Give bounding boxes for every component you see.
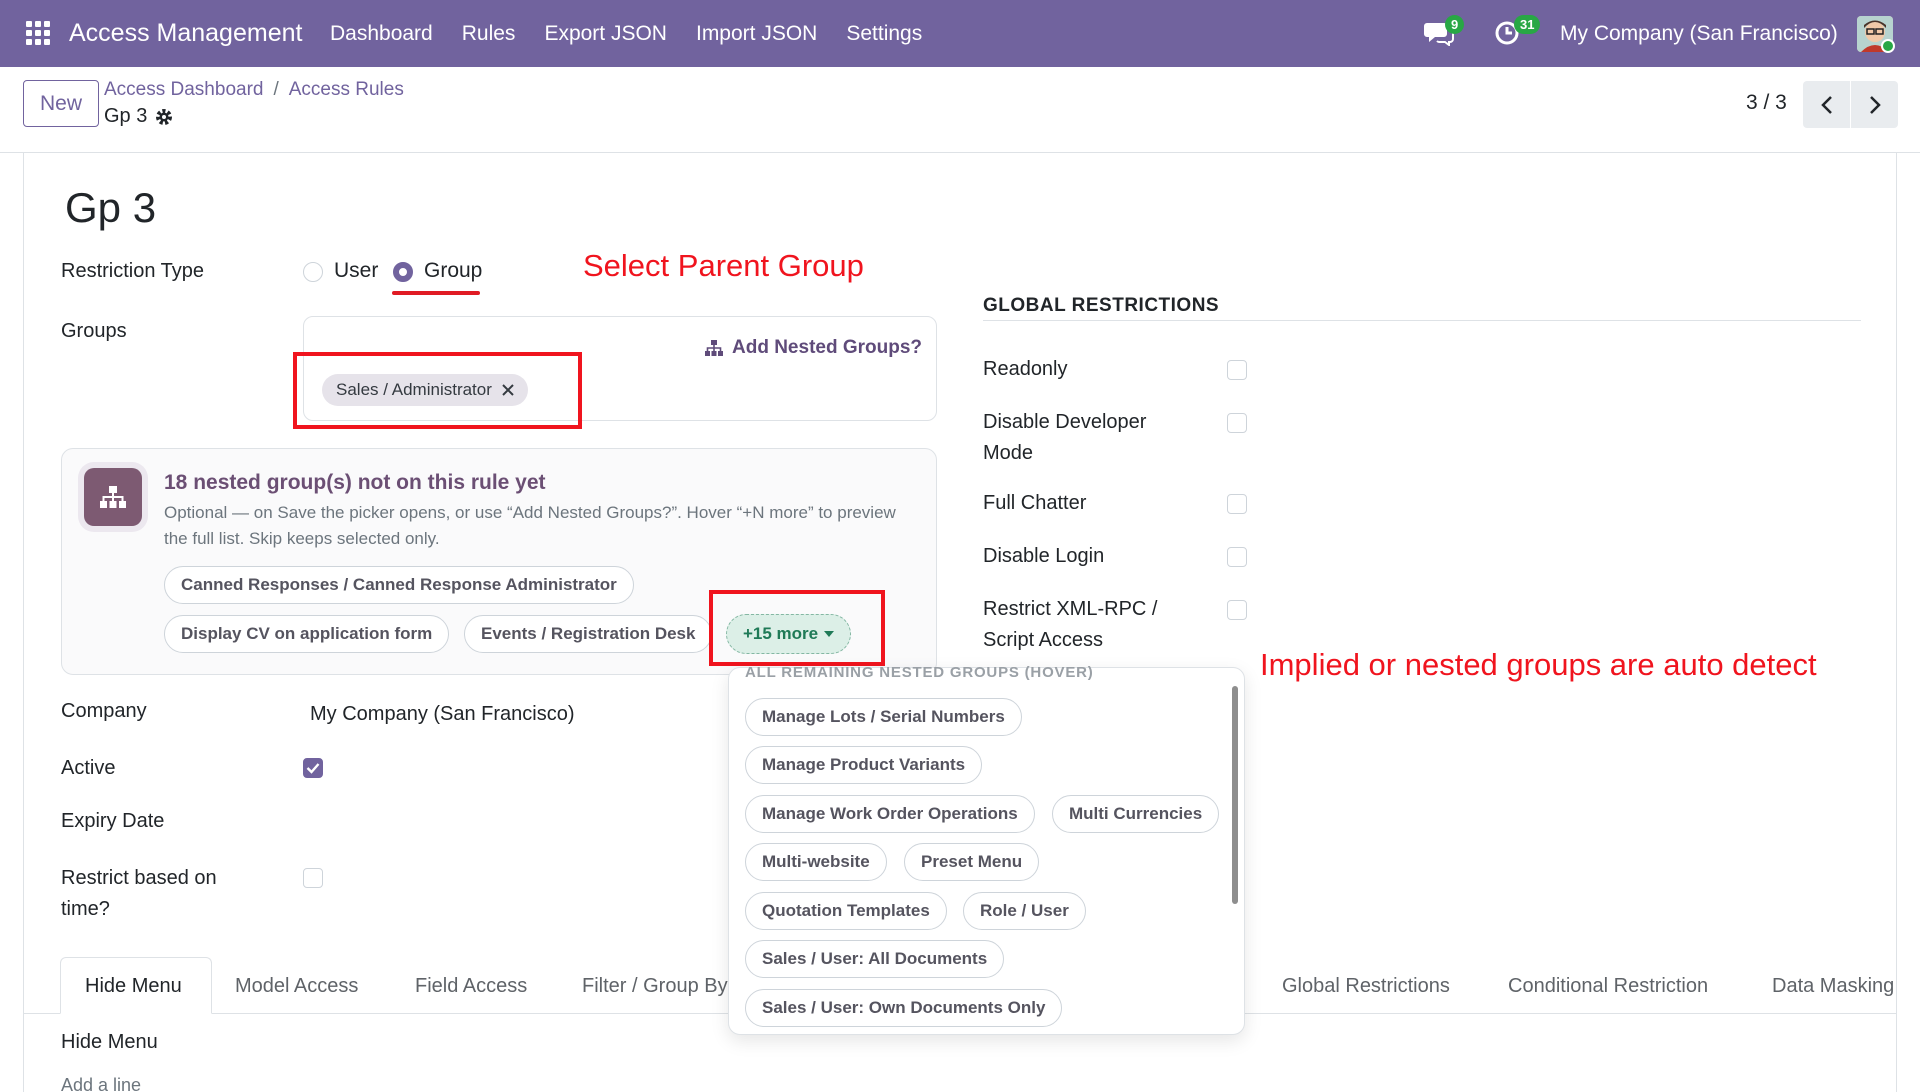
- pager-next-button[interactable]: [1851, 81, 1898, 128]
- popover-group-pill[interactable]: Multi Currencies: [1052, 795, 1220, 833]
- add-line-link[interactable]: Add a line: [61, 1075, 141, 1092]
- disable-developer-mode-label-line1: Disable Developer: [983, 411, 1147, 433]
- nested-groups-heading: 18 nested group(s) not on this rule yet: [164, 471, 546, 494]
- tab-hide-menu[interactable]: Hide Menu: [85, 975, 182, 998]
- record-name-label: Gp 3: [104, 105, 148, 127]
- radio-user[interactable]: [303, 262, 323, 282]
- annotation-select-parent: Select Parent Group: [583, 248, 864, 283]
- popover-scrollbar[interactable]: [1232, 686, 1238, 904]
- popover-header: ALL REMAINING NESTED GROUPS (HOVER): [745, 664, 1094, 681]
- restrict-time-label-line2: time?: [61, 898, 110, 920]
- groups-label: Groups: [61, 320, 127, 342]
- global-restrictions-heading: GLOBAL RESTRICTIONS: [983, 295, 1220, 316]
- popover-group-pill[interactable]: Manage Work Order Operations: [745, 795, 1035, 833]
- radio-user-label[interactable]: User: [334, 259, 378, 283]
- menu-rules[interactable]: Rules: [462, 22, 516, 46]
- restrict-time-label: Restrict based on time?: [61, 863, 217, 925]
- apps-grid-icon[interactable]: [26, 21, 50, 45]
- tab-content-heading: Hide Menu: [61, 1031, 158, 1053]
- company-switcher[interactable]: My Company (San Francisco): [1560, 22, 1838, 46]
- popover-group-pill[interactable]: Preset Menu: [904, 843, 1040, 881]
- restrict-xmlrpc-label-line1: Restrict XML-RPC /: [983, 598, 1158, 620]
- tab-global-restrictions[interactable]: Global Restrictions: [1282, 975, 1450, 998]
- radio-group-label[interactable]: Group: [424, 259, 482, 283]
- annotation-auto-detect: Implied or nested groups are auto detect: [1260, 647, 1817, 682]
- chat-count-badge: 9: [1445, 15, 1465, 34]
- restriction-type-label: Restriction Type: [61, 260, 205, 282]
- section-divider: [983, 320, 1861, 321]
- nested-pill[interactable]: Events / Registration Desk: [464, 615, 713, 653]
- popover-group-pill[interactable]: Quotation Templates: [745, 892, 947, 930]
- checkmark-icon: [306, 763, 320, 774]
- annotation-underline: [392, 291, 480, 295]
- breadcrumb-access-dashboard[interactable]: Access Dashboard: [104, 79, 263, 101]
- breadcrumb-access-rules[interactable]: Access Rules: [289, 79, 404, 101]
- menu-import-json[interactable]: Import JSON: [696, 22, 817, 46]
- nested-pill[interactable]: Display CV on application form: [164, 615, 450, 653]
- disable-developer-mode-label-line2: Mode: [983, 442, 1034, 464]
- annotation-box-more: [709, 590, 885, 666]
- full-chatter-label: Full Chatter: [983, 492, 1087, 514]
- pager-value[interactable]: 3 / 3: [1746, 91, 1787, 115]
- restrict-time-checkbox[interactable]: [303, 868, 323, 888]
- activity-count-badge: 31: [1514, 15, 1541, 34]
- chevron-right-icon: [1869, 95, 1881, 114]
- hierarchy-icon: [705, 340, 723, 356]
- menu-settings[interactable]: Settings: [846, 22, 922, 46]
- add-nested-groups-label: Add Nested Groups?: [732, 337, 923, 358]
- nested-pill[interactable]: Canned Responses / Canned Response Admin…: [164, 566, 634, 604]
- popover-group-pill[interactable]: Manage Lots / Serial Numbers: [745, 698, 1022, 736]
- disable-developer-mode-label: Disable Developer Mode: [983, 407, 1146, 469]
- main-menu: Dashboard Rules Export JSON Import JSON …: [330, 22, 951, 46]
- popover-group-pill[interactable]: Multi-website: [745, 843, 887, 881]
- tab-data-masking[interactable]: Data Masking: [1772, 975, 1896, 998]
- disable-login-checkbox[interactable]: [1227, 547, 1247, 567]
- annotation-box-tag: [293, 352, 582, 429]
- gear-icon[interactable]: [155, 108, 173, 126]
- company-value[interactable]: My Company (San Francisco): [310, 699, 575, 730]
- restrict-time-label-line1: Restrict based on: [61, 867, 217, 889]
- popover-group-pill[interactable]: Sales / User: All Documents: [745, 940, 1005, 978]
- breadcrumb: Access Dashboard / Access Rules: [104, 79, 404, 101]
- top-navbar: Access Management Dashboard Rules Export…: [0, 0, 1920, 67]
- menu-dashboard[interactable]: Dashboard: [330, 22, 433, 46]
- active-label: Active: [61, 757, 116, 779]
- new-button[interactable]: New: [23, 80, 99, 127]
- breadcrumb-separator: /: [273, 79, 279, 100]
- menu-export-json[interactable]: Export JSON: [544, 22, 667, 46]
- tab-model-access[interactable]: Model Access: [235, 975, 358, 998]
- restrict-xmlrpc-label-line2: Script Access: [983, 629, 1104, 651]
- expiry-date-label: Expiry Date: [61, 810, 165, 832]
- app-title[interactable]: Access Management: [69, 19, 302, 48]
- full-chatter-checkbox[interactable]: [1227, 494, 1247, 514]
- tab-conditional-restriction[interactable]: Conditional Restriction: [1508, 975, 1708, 998]
- pager-previous-button[interactable]: [1803, 81, 1850, 128]
- record-name: Gp 3: [104, 105, 173, 128]
- hierarchy-icon: [100, 486, 126, 508]
- readonly-label: Readonly: [983, 358, 1068, 380]
- online-status-dot: [1881, 39, 1895, 53]
- active-checkbox[interactable]: [303, 758, 323, 778]
- nested-groups-description: Optional — on Save the picker opens, or …: [164, 503, 896, 548]
- add-nested-groups-button[interactable]: Add Nested Groups?: [704, 337, 922, 359]
- restrict-xmlrpc-label: Restrict XML-RPC / Script Access: [983, 594, 1157, 656]
- record-title[interactable]: Gp 3: [65, 184, 156, 232]
- chevron-left-icon: [1820, 95, 1832, 114]
- popover-group-pill[interactable]: Role / User: [963, 892, 1086, 930]
- disable-developer-mode-checkbox[interactable]: [1227, 413, 1247, 433]
- popover-group-pill[interactable]: Manage Product Variants: [745, 746, 983, 784]
- readonly-checkbox[interactable]: [1227, 360, 1247, 380]
- tab-filter-group-by[interactable]: Filter / Group By: [582, 975, 728, 998]
- company-label: Company: [61, 700, 147, 722]
- restrict-xmlrpc-checkbox[interactable]: [1227, 600, 1247, 620]
- nested-groups-icon: [84, 468, 142, 526]
- radio-group[interactable]: [393, 262, 413, 282]
- tab-field-access[interactable]: Field Access: [415, 975, 527, 998]
- popover-group-pill[interactable]: Sales / User: Own Documents Only: [745, 989, 1063, 1027]
- disable-login-label: Disable Login: [983, 545, 1105, 567]
- control-panel: New Access Dashboard / Access Rules Gp 3…: [0, 67, 1920, 153]
